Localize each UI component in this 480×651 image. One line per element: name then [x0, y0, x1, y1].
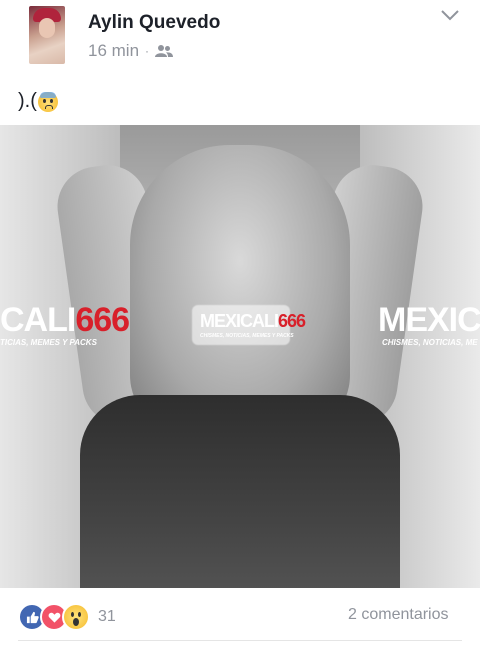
wow-eye-left — [71, 612, 74, 617]
post-meta: 16 min · — [88, 41, 174, 61]
emoji-mouth — [44, 104, 53, 109]
watermark-right: MEXICAL — [378, 301, 480, 340]
watermark-right-text: MEXICAL — [378, 301, 480, 339]
chevron-down-icon[interactable] — [440, 8, 460, 22]
author-avatar[interactable] — [29, 6, 65, 64]
friends-icon — [155, 45, 174, 57]
anxious-face-emoji — [37, 91, 58, 112]
watermark-right-subtitle: CHISMES, NOTICIAS, ME — [382, 338, 478, 347]
post-photo[interactable]: CALI666 TICIAS, MEMES Y PACKS MEXICALI66… — [0, 125, 480, 588]
photo-torso — [130, 145, 350, 435]
watermark-left-number: 666 — [75, 301, 130, 339]
watermark-center-text: MEXICALI — [200, 311, 279, 331]
wow-mouth — [73, 618, 79, 626]
reactions-summary[interactable]: 31 — [18, 603, 116, 631]
watermark-center: MEXICALI666 — [200, 311, 306, 332]
footer-divider — [18, 640, 462, 641]
meta-separator: · — [145, 44, 150, 58]
emoji-eye-left — [42, 98, 46, 103]
watermark-left: CALI666 — [0, 301, 130, 340]
post-text-content: ).( — [18, 90, 37, 112]
wow-icon — [62, 603, 90, 631]
author-name[interactable]: Aylin Quevedo — [88, 12, 220, 34]
photo-pants — [80, 395, 400, 588]
watermark-left-subtitle: TICIAS, MEMES Y PACKS — [0, 338, 97, 347]
reaction-count: 31 — [98, 608, 116, 625]
avatar-face — [39, 18, 55, 38]
post-header: Aylin Quevedo 16 min · — [0, 0, 480, 80]
post-text: ).( — [18, 90, 58, 113]
emoji-forehead — [39, 91, 56, 98]
watermark-left-text: CALI — [0, 301, 76, 339]
wow-eye-right — [78, 612, 81, 617]
comments-count-link[interactable]: 2 comentarios — [348, 606, 449, 624]
emoji-eye-right — [49, 98, 53, 103]
post-time[interactable]: 16 min — [88, 41, 139, 61]
watermark-center-subtitle: CHISMES, NOTICIAS, MEMES Y PACKS — [200, 333, 294, 339]
watermark-center-number: 666 — [278, 311, 306, 331]
